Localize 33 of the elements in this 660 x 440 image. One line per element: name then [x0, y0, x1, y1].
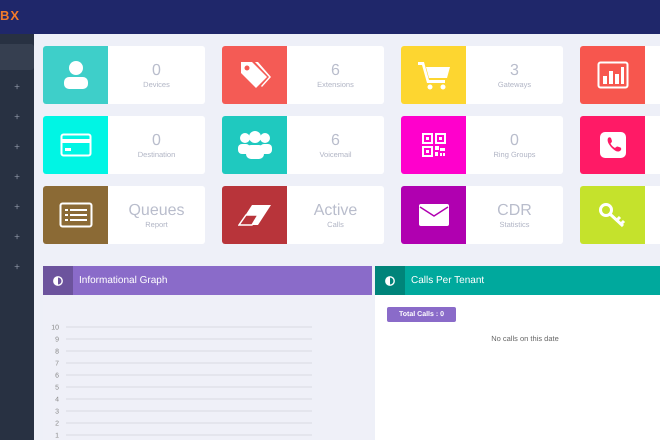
half-circle-icon — [385, 276, 395, 286]
panel-title: Calls Per Tenant — [411, 275, 484, 286]
half-circle-icon — [53, 276, 63, 286]
sidebar-item[interactable]: + — [0, 254, 34, 280]
sidebar-item[interactable]: + — [0, 224, 34, 250]
stat-value: Active — [314, 202, 358, 220]
stat-value: 0 — [152, 132, 161, 150]
envelope-icon — [418, 204, 448, 226]
list-icon — [59, 202, 92, 228]
stat-value: 0 — [152, 62, 161, 80]
stat-value: 6 — [331, 132, 340, 150]
logo-text: BX — [0, 8, 20, 22]
stat-value: 6 — [331, 62, 340, 80]
stat-value: CDR — [497, 202, 532, 220]
tags-icon — [240, 62, 270, 88]
phone-icon — [600, 132, 626, 158]
cart-icon — [418, 62, 450, 90]
sidebar-item[interactable]: + — [0, 134, 34, 160]
sidebar-item[interactable]: + — [0, 74, 34, 100]
person-icon — [64, 61, 88, 89]
stat-value: Queues — [128, 202, 185, 220]
qr-code-icon — [422, 133, 446, 157]
group-icon — [238, 131, 272, 159]
key-icon — [598, 203, 625, 228]
stat-value: 3 — [510, 62, 519, 80]
stat-value: 0 — [510, 132, 519, 150]
panel-title: Informational Graph — [79, 275, 168, 286]
sidebar-item[interactable]: + — [0, 164, 34, 190]
bar-chart-icon — [597, 62, 628, 88]
sidebar-item[interactable]: + — [0, 104, 34, 130]
credit-card-icon — [60, 134, 91, 156]
eraser-icon — [238, 205, 270, 226]
sidebar-item[interactable]: + — [0, 194, 34, 220]
